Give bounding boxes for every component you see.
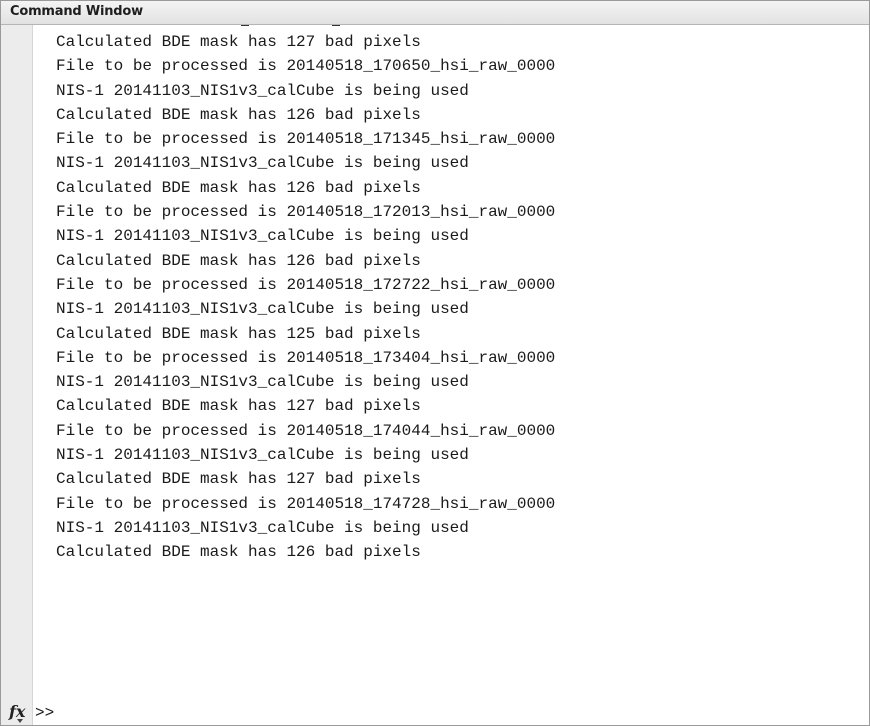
output-line: Calculated BDE mask has 127 bad pixels <box>56 397 421 416</box>
output-line: NIS-1 20141103_NIS1v3_calCube is being u… <box>56 154 469 173</box>
command-window-titlebar[interactable]: Command Window <box>1 1 869 25</box>
output-line: Calculated BDE mask has 127 bad pixels <box>56 33 421 51</box>
output-line: File to be processed is 20140518_173404_… <box>56 348 556 367</box>
command-prompt-row: fx >> <box>1 701 869 725</box>
output-line: File to be processed is 20140518_171345_… <box>56 130 556 149</box>
output-line: Calculated BDE mask has 125 bad pixels <box>56 324 421 343</box>
prompt-symbol: >> <box>35 704 55 722</box>
output-line: NIS-1 20141103_NIS1v3_calCube is being u… <box>56 81 469 100</box>
command-input[interactable] <box>63 702 865 724</box>
command-window: Command Window Calculated BDE mask has 1… <box>0 0 870 726</box>
output-line: File to be processed is 20140518_170650_… <box>56 57 556 76</box>
output-line: File to be processed is 20140518_174728_… <box>56 494 556 513</box>
output-line: Calculated BDE mask has 126 bad pixels <box>56 251 421 270</box>
command-window-gutter <box>1 25 33 725</box>
output-line: Calculated BDE mask has 126 bad pixels <box>56 105 421 124</box>
output-line: File to be processed is 20140518_174044_… <box>56 421 556 440</box>
output-line: NIS-1 20141103_NIS1v3_calCube is being u… <box>56 300 469 319</box>
output-line: NIS-1 20141103_NIS1v3_calCube is being u… <box>56 227 469 246</box>
window-title: Command Window <box>10 4 143 19</box>
output-line: Calculated BDE mask has 126 bad pixels <box>56 543 421 562</box>
output-line: NIS-1 20141103_NIS1v3_calCube is being u… <box>56 446 469 465</box>
output-line: Calculated BDE mask has 127 bad pixels <box>56 470 421 489</box>
output-line: NIS-1 20141103_NIS1v3_calCube is being u… <box>56 518 469 537</box>
output-line: File to be processed is 20140518_172722_… <box>56 275 556 294</box>
output-line: NIS-1 20141103_NIS1v3_calCube is being u… <box>56 373 469 392</box>
output-line: Calculated BDE mask has 126 bad pixels <box>56 178 421 197</box>
chevron-down-icon[interactable] <box>17 719 23 723</box>
output-line: File to be processed is 20140518_172013_… <box>56 203 556 222</box>
command-output: Calculated BDE mask has 127 bad pixels Fi… <box>56 30 869 565</box>
